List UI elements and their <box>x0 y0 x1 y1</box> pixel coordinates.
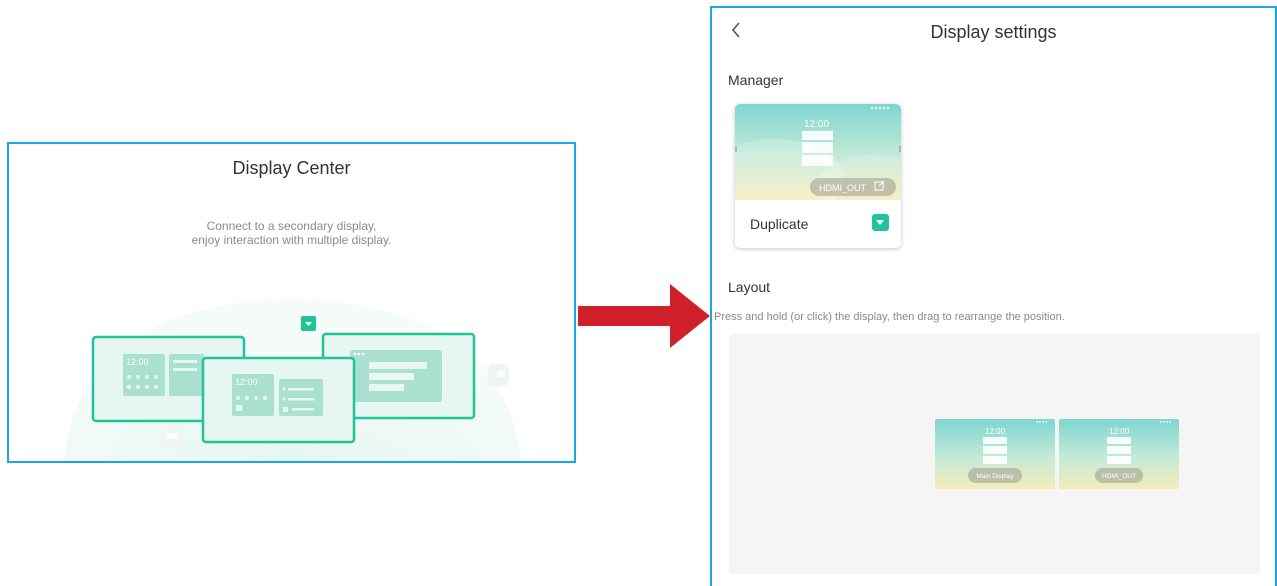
display-settings-title: Display settings <box>930 22 1057 42</box>
display-center-panel: Display Center Connect to a secondary di… <box>7 142 576 463</box>
layout-display-hdmi-out[interactable]: 12:00 HDMI_OUT <box>1059 419 1179 489</box>
display-settings-panel: Display settings Manager 12:00 HDMI_OUT <box>710 6 1277 586</box>
manager-display-card[interactable]: 12:00 HDMI_OUT Duplicate <box>735 104 901 248</box>
thumb-time: 12:00 <box>804 119 829 130</box>
layout-section-label: Layout <box>728 279 771 295</box>
monitor-center-illustration: 12:00 <box>201 356 356 444</box>
layout-display-main[interactable]: 12:00 Main Display <box>935 419 1055 489</box>
layout-display-main-time: 12:00 <box>985 427 1006 436</box>
layout-display-hdmi-name: HDMI_OUT <box>1102 473 1136 480</box>
multi-display-illustration: 12:00 12:00 <box>64 299 521 461</box>
layout-display-main-name: Main Display <box>976 473 1014 480</box>
illustration-time-center: 12:00 <box>235 377 258 387</box>
right-arrow-icon <box>578 284 710 348</box>
illustration-time-left: 12:00 <box>126 357 149 367</box>
display-thumbnail: 12:00 HDMI_OUT <box>735 104 901 200</box>
layout-hint-text: Press and hold (or click) the display, t… <box>714 311 1065 323</box>
output-label: HDMI_OUT <box>819 183 867 193</box>
display-mode-dropdown[interactable] <box>872 214 889 231</box>
display-mode-label: Duplicate <box>750 216 809 232</box>
manager-section-label: Manager <box>728 72 784 88</box>
layout-display-hdmi-time: 12:00 <box>1109 427 1130 436</box>
layout-arrangement-area[interactable]: 12:00 Main Display 12:00 HDMI_OUT <box>729 334 1260 574</box>
